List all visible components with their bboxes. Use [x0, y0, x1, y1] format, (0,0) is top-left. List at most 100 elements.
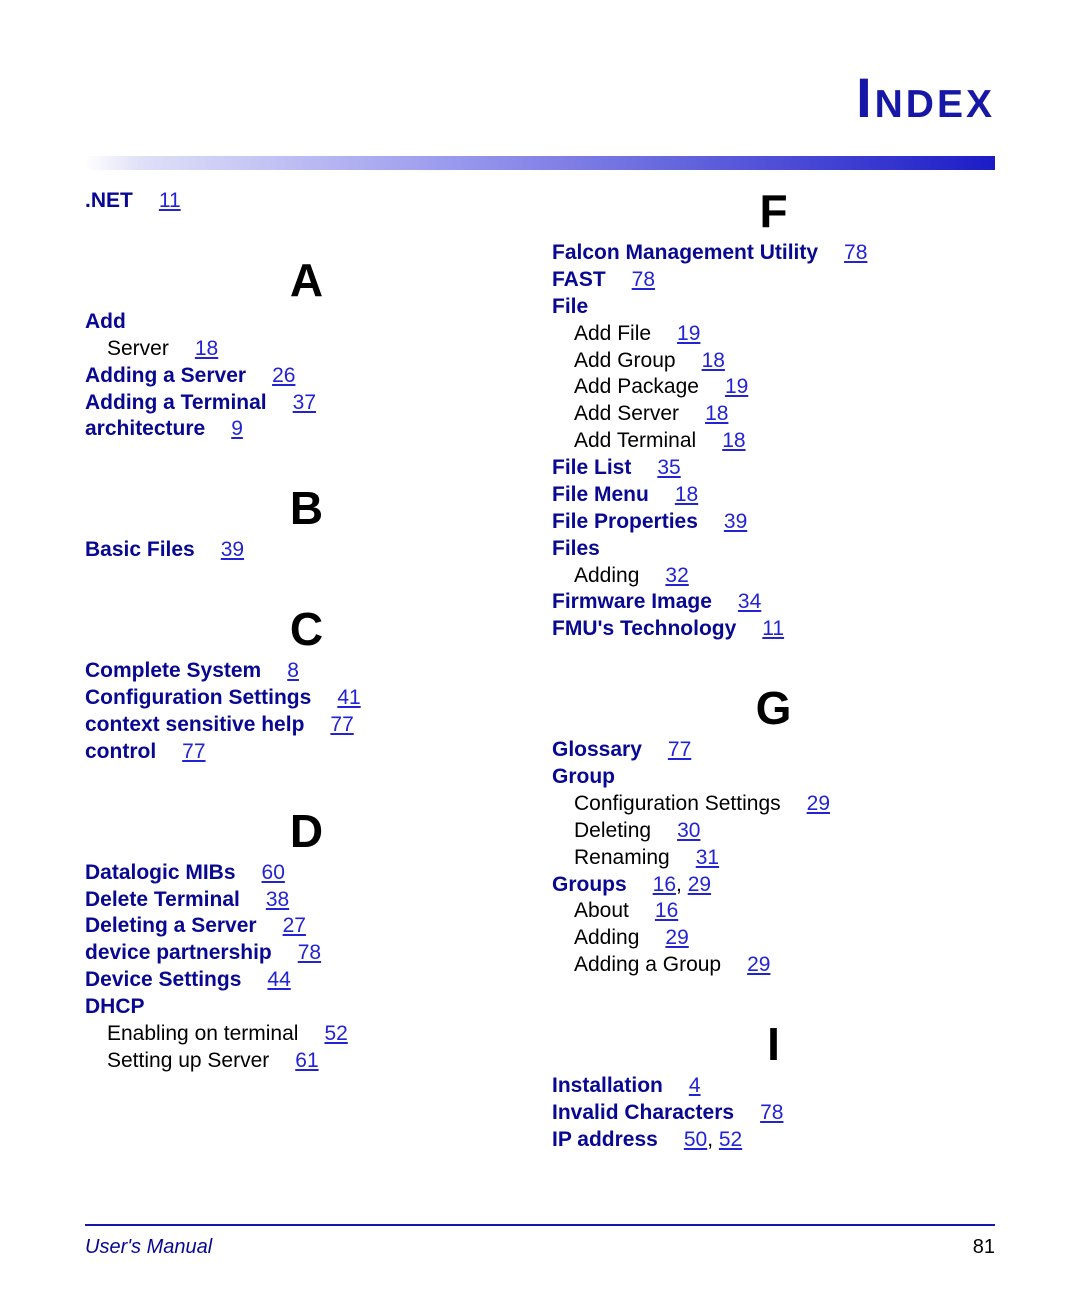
entry-term: .NET — [85, 189, 133, 212]
subentry-term: Add Server — [574, 402, 679, 425]
page-link[interactable]: 37 — [293, 391, 316, 414]
page-link[interactable]: 4 — [689, 1074, 701, 1097]
section-letter: B — [85, 485, 528, 531]
index-subentry: Renaming31 — [552, 845, 995, 872]
entry-term: Complete System — [85, 659, 261, 682]
page-link[interactable]: 16 — [653, 873, 676, 896]
page-link[interactable]: 52 — [324, 1022, 347, 1045]
index-entry: IP address50, 52 — [552, 1127, 995, 1154]
footer-page-number: 81 — [973, 1236, 995, 1259]
section-letter: I — [552, 1021, 995, 1067]
entry-term: Glossary — [552, 738, 642, 761]
index-entry: File — [552, 294, 995, 321]
right-column: F Falcon Management Utility78 FAST78 Fil… — [552, 188, 995, 1154]
page-link[interactable]: 16 — [655, 899, 678, 922]
page-link[interactable]: 50 — [684, 1128, 707, 1151]
page-link[interactable]: 32 — [665, 564, 688, 587]
index-entry: Invalid Characters 78 — [552, 1100, 995, 1127]
page-link[interactable]: 39 — [724, 510, 747, 533]
footer-title: User's Manual — [85, 1236, 212, 1259]
index-subentry: Configuration Settings29 — [552, 791, 995, 818]
page-link[interactable]: 77 — [182, 740, 205, 763]
index-subentry: Deleting30 — [552, 818, 995, 845]
page-link[interactable]: 60 — [262, 861, 285, 884]
page-link[interactable]: 11 — [762, 617, 784, 640]
page-link[interactable]: 29 — [747, 953, 770, 976]
page-link[interactable]: 18 — [722, 429, 745, 452]
entry-term: Configuration Settings — [85, 686, 311, 709]
section-letter: A — [85, 257, 528, 303]
page-link[interactable]: 78 — [298, 941, 321, 964]
index-subentry: Adding32 — [552, 563, 995, 590]
index-entry: Delete Terminal38 — [85, 887, 528, 914]
index-entry: File List35 — [552, 455, 995, 482]
page-link[interactable]: 61 — [295, 1049, 318, 1072]
index-entry: Installation4 — [552, 1073, 995, 1100]
subentry-term: Server — [107, 337, 169, 360]
page-link[interactable]: 29 — [688, 873, 711, 896]
index-entry: Device Settings44 — [85, 967, 528, 994]
page-title: Index — [85, 65, 995, 130]
page-link[interactable]: 19 — [725, 375, 748, 398]
page-link[interactable]: 18 — [195, 337, 218, 360]
page-link[interactable]: 29 — [807, 792, 830, 815]
subentry-term: Add File — [574, 322, 651, 345]
index-entry: File Menu18 — [552, 482, 995, 509]
subentry-term: Adding a Group — [574, 953, 721, 976]
page-link[interactable]: 11 — [159, 189, 181, 212]
page-link[interactable]: 19 — [677, 322, 700, 345]
entry-term: Invalid Characters — [552, 1101, 734, 1124]
entry-term: File Properties — [552, 510, 698, 533]
page-link[interactable]: 39 — [221, 538, 244, 561]
page-link[interactable]: 41 — [337, 686, 360, 709]
page-link[interactable]: 31 — [696, 846, 719, 869]
entry-term: DHCP — [85, 995, 145, 1018]
index-entry: control77 — [85, 739, 528, 766]
page-link[interactable]: 38 — [266, 888, 289, 911]
index-entry: context sensitive help 77 — [85, 712, 528, 739]
page-link[interactable]: 29 — [665, 926, 688, 949]
page-link[interactable]: 44 — [267, 968, 290, 991]
page-link[interactable]: 18 — [675, 483, 698, 506]
page-link[interactable]: 78 — [760, 1101, 783, 1124]
page-link[interactable]: 78 — [632, 268, 655, 291]
page-link[interactable]: 27 — [283, 914, 306, 937]
index-entry: File Properties 39 — [552, 509, 995, 536]
page-link[interactable]: 52 — [719, 1128, 742, 1151]
page-link[interactable]: 26 — [272, 364, 295, 387]
section-letter: C — [85, 606, 528, 652]
index-entry: FMU's Technology11 — [552, 616, 995, 643]
index-subentry: Add Terminal18 — [552, 428, 995, 455]
page-link[interactable]: 77 — [330, 713, 353, 736]
index-entry: Basic Files39 — [85, 537, 528, 564]
index-entry: Files — [552, 536, 995, 563]
index-entry: Firmware Image34 — [552, 589, 995, 616]
entry-term: architecture — [85, 417, 205, 440]
page-link[interactable]: 34 — [738, 590, 761, 613]
subentry-term: Adding — [574, 926, 639, 949]
page-link[interactable]: 35 — [657, 456, 680, 479]
entry-term: device partnership — [85, 941, 272, 964]
page-link[interactable]: 9 — [231, 417, 243, 440]
entry-term: FAST — [552, 268, 606, 291]
index-entry: Adding a Server26 — [85, 363, 528, 390]
page-link[interactable]: 78 — [844, 241, 867, 264]
entry-term: Falcon Management Utility — [552, 241, 818, 264]
gradient-rule — [85, 156, 995, 170]
index-entry: Groups16, 29 — [552, 872, 995, 899]
entry-term: Files — [552, 537, 600, 560]
page-link[interactable]: 77 — [668, 738, 691, 761]
index-subentry: Setting up Server 61 — [85, 1048, 528, 1075]
subentry-term: Setting up Server — [107, 1049, 269, 1072]
page-link[interactable]: 8 — [287, 659, 299, 682]
index-subentry: Enabling on terminal52 — [85, 1021, 528, 1048]
entry-term: context sensitive help — [85, 713, 304, 736]
section-letter: G — [552, 685, 995, 731]
index-subentry: Adding a Group 29 — [552, 952, 995, 979]
page-link[interactable]: 18 — [705, 402, 728, 425]
page-link[interactable]: 18 — [702, 349, 725, 372]
index-subentry: About16 — [552, 898, 995, 925]
page-link[interactable]: 30 — [677, 819, 700, 842]
index-subentry: Add Group18 — [552, 348, 995, 375]
index-subentry: Add Package19 — [552, 374, 995, 401]
